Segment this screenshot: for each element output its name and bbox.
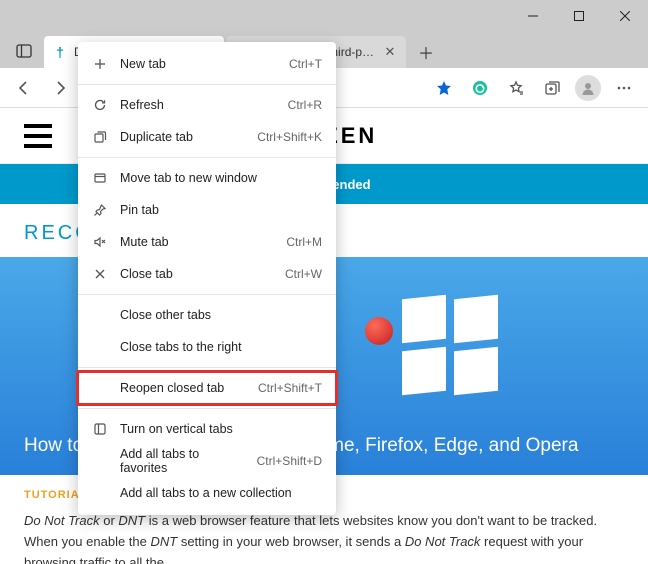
window-titlebar: [0, 0, 648, 32]
menu-item-shortcut: Ctrl+W: [285, 267, 322, 281]
menu-item-shortcut: Ctrl+Shift+D: [257, 454, 322, 468]
menu-item-pin-tab[interactable]: Pin tab: [78, 194, 336, 226]
menu-button[interactable]: [608, 72, 640, 104]
menu-item-label: Refresh: [120, 98, 276, 112]
menu-item-label: Pin tab: [120, 203, 310, 217]
window-controls: [510, 0, 648, 32]
tab-context-menu: New tab Ctrl+T Refresh Ctrl+R Duplicate tab C…: [78, 42, 336, 515]
menu-item-label: Add all tabs to a new collection: [120, 486, 310, 500]
menu-item-refresh[interactable]: Refresh Ctrl+R: [78, 89, 336, 121]
article-body: Do Not Track or DNT is a web browser fea…: [0, 511, 648, 564]
menu-item-label: New tab: [120, 57, 277, 71]
tab-close-button[interactable]: ✕: [382, 44, 398, 60]
vertical-icon: [92, 422, 108, 436]
menu-item-add-all-tabs-to-a-new-collection[interactable]: Add all tabs to a new collection: [78, 477, 336, 509]
menu-item-shortcut: Ctrl+Shift+K: [257, 130, 322, 144]
new-tab-button[interactable]: ＋: [412, 38, 440, 66]
menu-item-label: Close tab: [120, 267, 273, 281]
windows-logo-icon: [402, 297, 498, 393]
menu-item-label: Reopen closed tab: [120, 381, 246, 395]
menu-item-shortcut: Ctrl+M: [286, 235, 322, 249]
menu-item-close-tabs-to-the-right[interactable]: Close tabs to the right: [78, 331, 336, 363]
menu-item-new-tab[interactable]: New tab Ctrl+T: [78, 48, 336, 80]
menu-separator: [78, 408, 336, 409]
menu-item-add-all-tabs-to-favorites[interactable]: Add all tabs to favorites Ctrl+Shift+D: [78, 445, 336, 477]
tab-actions-button[interactable]: [8, 36, 40, 66]
window-minimize-button[interactable]: [510, 0, 556, 32]
menu-item-label: Close tabs to the right: [120, 340, 310, 354]
favorite-star-icon[interactable]: [428, 72, 460, 104]
opera-logo-icon: [365, 317, 393, 345]
collections-button[interactable]: [536, 72, 568, 104]
window-close-button[interactable]: [602, 0, 648, 32]
menu-item-label: Mute tab: [120, 235, 274, 249]
menu-item-move-tab-to-new-window[interactable]: Move tab to new window: [78, 162, 336, 194]
hamburger-menu-button[interactable]: [24, 124, 52, 148]
pin-icon: [92, 203, 108, 217]
menu-item-mute-tab[interactable]: Mute tab Ctrl+M: [78, 226, 336, 258]
mute-icon: [92, 235, 108, 249]
menu-item-reopen-closed-tab[interactable]: Reopen closed tab Ctrl+Shift+T: [78, 372, 336, 404]
menu-item-turn-on-vertical-tabs[interactable]: Turn on vertical tabs: [78, 413, 336, 445]
profile-avatar[interactable]: [572, 72, 604, 104]
menu-item-label: Duplicate tab: [120, 130, 245, 144]
menu-item-label: Move tab to new window: [120, 171, 310, 185]
menu-separator: [78, 84, 336, 85]
menu-item-duplicate-tab[interactable]: Duplicate tab Ctrl+Shift+K: [78, 121, 336, 153]
favicon-icon: †: [52, 44, 68, 60]
forward-button[interactable]: [44, 72, 76, 104]
menu-item-label: Close other tabs: [120, 308, 310, 322]
window-icon: [92, 171, 108, 185]
menu-item-shortcut: Ctrl+T: [289, 57, 322, 71]
duplicate-icon: [92, 130, 108, 144]
back-button[interactable]: [8, 72, 40, 104]
menu-separator: [78, 294, 336, 295]
menu-separator: [78, 367, 336, 368]
favorites-button[interactable]: [500, 72, 532, 104]
menu-separator: [78, 157, 336, 158]
close-icon: [92, 267, 108, 281]
menu-item-close-tab[interactable]: Close tab Ctrl+W: [78, 258, 336, 290]
menu-item-label: Turn on vertical tabs: [120, 422, 310, 436]
menu-item-shortcut: Ctrl+R: [288, 98, 322, 112]
menu-item-shortcut: Ctrl+Shift+T: [258, 381, 322, 395]
refresh-icon: [92, 98, 108, 112]
plus-icon: [92, 57, 108, 71]
window-maximize-button[interactable]: [556, 0, 602, 32]
menu-item-close-other-tabs[interactable]: Close other tabs: [78, 299, 336, 331]
menu-item-label: Add all tabs to favorites: [120, 447, 245, 475]
extension-icon[interactable]: [464, 72, 496, 104]
